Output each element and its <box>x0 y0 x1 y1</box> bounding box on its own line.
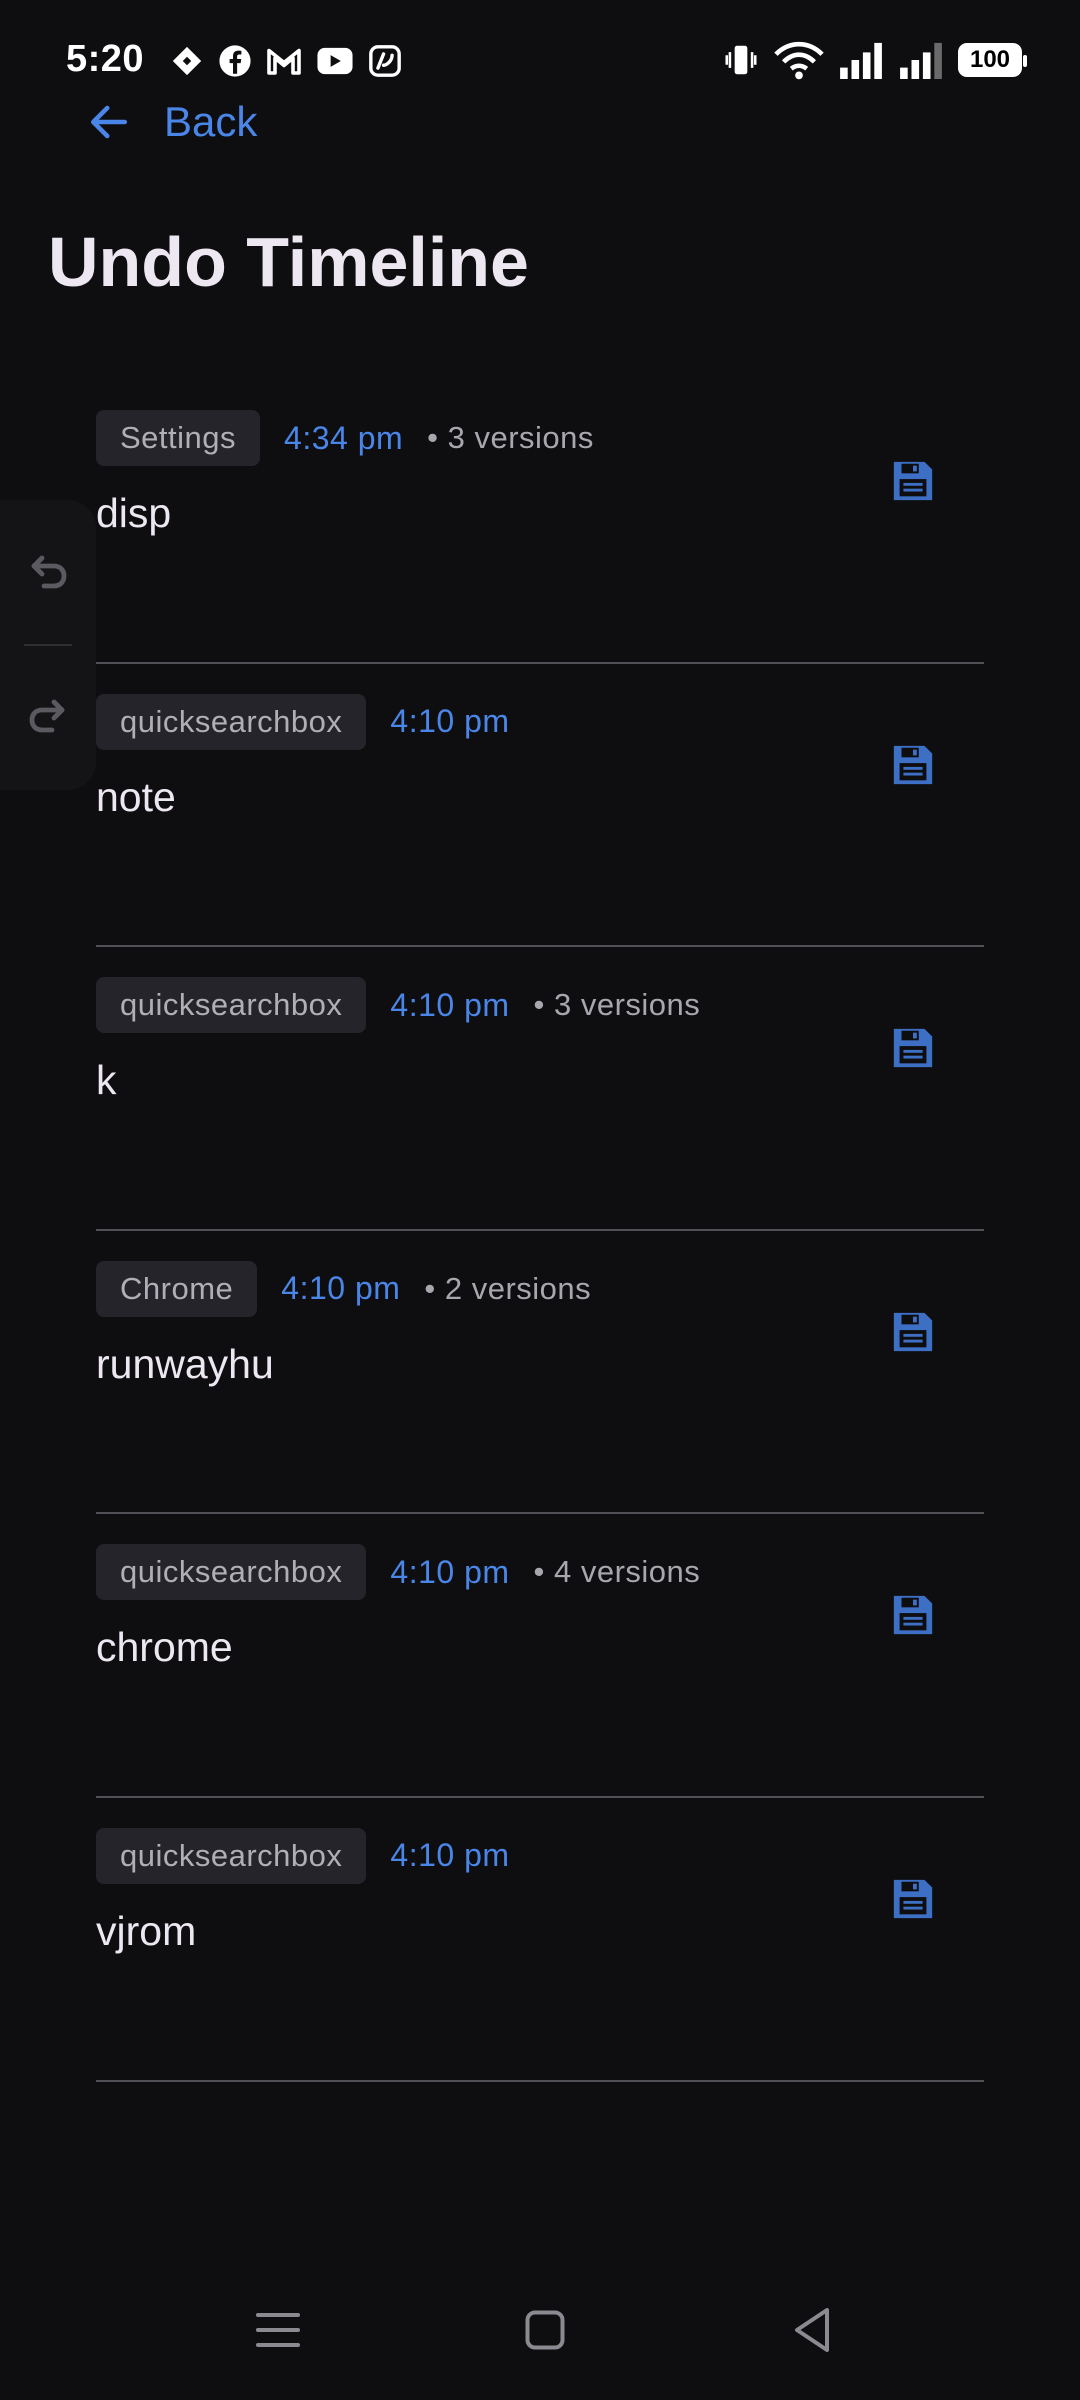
entry-text: runwayhu <box>96 1340 274 1387</box>
time-label: 4:34 pm <box>284 419 404 456</box>
versions-label: • 4 versions <box>533 1554 701 1590</box>
vibrate-icon <box>725 45 757 75</box>
app-icon <box>369 45 401 77</box>
time-label: 4:10 pm <box>390 986 510 1023</box>
panel-divider <box>24 644 72 646</box>
app-chip: quicksearchbox <box>96 977 367 1034</box>
entry-text: k <box>96 1057 117 1104</box>
app-chip: Chrome <box>96 1260 258 1317</box>
navigation-bar <box>0 2270 1080 2400</box>
item-meta: Chrome 4:10 pm • 2 versions <box>96 1260 592 1317</box>
gmail-icon <box>267 48 301 75</box>
floppy-disk-icon[interactable] <box>890 458 936 504</box>
timeline-item[interactable]: quicksearchbox 4:10 pm note <box>96 664 984 948</box>
item-meta: quicksearchbox 4:10 pm <box>96 693 534 750</box>
time-label: 4:10 pm <box>390 703 510 740</box>
timeline-item[interactable]: quicksearchbox 4:10 pm • 4 versions chro… <box>96 1514 984 1798</box>
signal-icon <box>900 42 942 79</box>
youtube-icon <box>317 47 353 75</box>
item-meta: quicksearchbox 4:10 pm <box>96 1827 534 1884</box>
back-button[interactable]: Back <box>88 92 257 152</box>
redo-icon[interactable] <box>24 692 72 740</box>
floppy-disk-icon[interactable] <box>890 1876 936 1922</box>
status-time: 5:20 <box>66 38 145 80</box>
item-meta: Settings 4:34 pm • 3 versions <box>96 410 594 466</box>
timeline-item[interactable]: quicksearchbox 4:10 pm • 3 versions k <box>96 947 984 1231</box>
item-meta: quicksearchbox 4:10 pm • 3 versions <box>96 977 701 1034</box>
notification-icons <box>170 44 402 78</box>
undo-redo-panel <box>0 500 96 790</box>
arrow-left-icon <box>90 105 128 139</box>
entry-text: vjrom <box>96 1907 197 1954</box>
entry-text: chrome <box>96 1624 233 1671</box>
timeline-item[interactable]: Chrome 4:10 pm • 2 versions runwayhu <box>96 1231 984 1515</box>
versions-label: • 2 versions <box>424 1270 592 1306</box>
app-chip: Settings <box>96 410 261 466</box>
versions-label: • 3 versions <box>533 987 701 1023</box>
time-label: 4:10 pm <box>281 1270 401 1307</box>
time-label: 4:10 pm <box>390 1837 510 1874</box>
entry-text: note <box>96 773 176 820</box>
wifi-icon <box>774 41 824 80</box>
floppy-disk-icon[interactable] <box>890 1309 936 1355</box>
floppy-disk-icon[interactable] <box>890 1025 936 1071</box>
app-chip: quicksearchbox <box>96 1544 367 1601</box>
back-triangle-icon[interactable] <box>782 2300 842 2360</box>
time-label: 4:10 pm <box>390 1553 510 1590</box>
timeline-item[interactable]: Settings 4:34 pm • 3 versions disp <box>96 380 984 664</box>
entry-text: disp <box>96 490 172 536</box>
facebook-icon <box>219 45 251 77</box>
floppy-disk-icon[interactable] <box>890 1592 936 1638</box>
timeline-item[interactable]: quicksearchbox 4:10 pm vjrom <box>96 1798 984 2082</box>
system-icons: 100 <box>722 40 1027 80</box>
item-meta: quicksearchbox 4:10 pm • 4 versions <box>96 1544 701 1601</box>
page-title: Undo Timeline <box>48 223 529 301</box>
app-chip: quicksearchbox <box>96 693 367 750</box>
undo-icon[interactable] <box>24 548 72 596</box>
versions-label: • 3 versions <box>427 420 594 455</box>
home-icon[interactable] <box>515 2300 575 2360</box>
timeline-list: Settings 4:34 pm • 3 versions disp quick… <box>96 380 984 2082</box>
battery-indicator: 100 <box>958 43 1027 77</box>
app-chip: quicksearchbox <box>96 1827 367 1884</box>
menu-icon[interactable] <box>248 2300 308 2360</box>
back-label: Back <box>164 98 258 145</box>
floppy-disk-icon[interactable] <box>890 742 936 788</box>
diamond-icon <box>172 46 202 76</box>
signal-icon <box>840 42 882 79</box>
